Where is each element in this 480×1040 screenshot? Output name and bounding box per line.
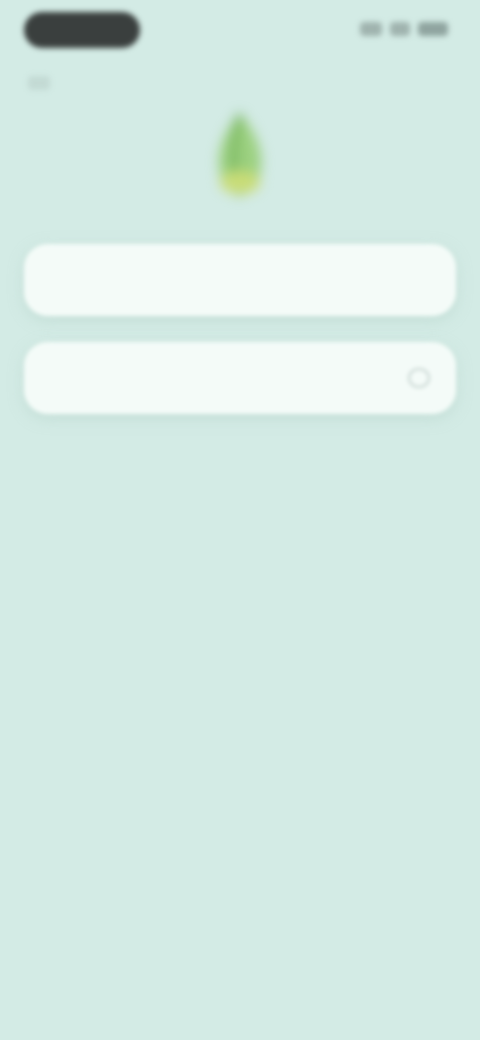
app-logo-icon [196,104,284,208]
status-icons [356,18,448,40]
status-time [24,12,140,48]
battery-icon [418,22,448,36]
back-button[interactable] [28,76,50,90]
password-input[interactable] [58,342,398,414]
signal-icon [360,22,382,36]
name-input[interactable] [58,244,398,316]
login-screen [0,0,480,1040]
wifi-icon [390,22,410,36]
status-bar [0,0,480,64]
eye-icon[interactable] [408,368,430,388]
name-field[interactable] [24,244,456,316]
password-field[interactable] [24,342,456,414]
